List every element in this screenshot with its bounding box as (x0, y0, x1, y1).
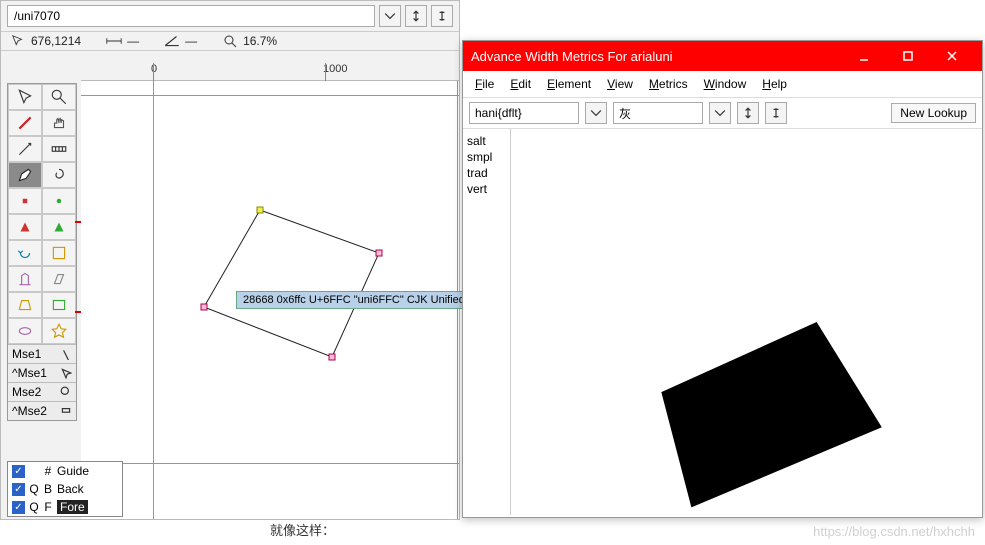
add-hv-tool[interactable] (42, 214, 76, 240)
feature-smpl[interactable]: smpl (467, 149, 506, 165)
feature-sidebar: saltsmpltradvert (463, 129, 511, 515)
titlebar[interactable]: Advance Width Metrics For arialuni (463, 41, 982, 71)
cursor-icon (9, 34, 27, 48)
address-dropdown-button[interactable] (379, 5, 401, 27)
metrics-toolbar: New Lookup (463, 98, 982, 129)
caption-text: 就像这样： (270, 520, 335, 539)
collapse-vert-icon[interactable] (765, 102, 787, 124)
star-tool[interactable] (42, 318, 76, 344)
layer-checkbox[interactable] (12, 465, 25, 478)
address-bar (1, 1, 459, 32)
menu-edit[interactable]: Edit (504, 75, 537, 93)
window-title: Advance Width Metrics For arialuni (471, 49, 842, 64)
pen-tool[interactable] (8, 162, 42, 188)
menu-element[interactable]: Element (541, 75, 597, 93)
hdist-icon (105, 34, 123, 48)
control-point[interactable] (257, 207, 264, 214)
status-bar: 676,1214 — — 16.7% (1, 32, 459, 51)
feature-trad[interactable]: trad (467, 165, 506, 181)
freehand-tool[interactable] (8, 110, 42, 136)
feature-salt[interactable]: salt (467, 133, 506, 149)
ruler-label: 1000 (323, 63, 347, 75)
zoom-value: 16.7% (243, 34, 277, 48)
flip-tool[interactable] (8, 266, 42, 292)
menu-window[interactable]: Window (698, 75, 753, 93)
metrics-window: Advance Width Metrics For arialuni FileE… (462, 40, 983, 518)
rect-tool[interactable] (42, 292, 76, 318)
script-combo[interactable] (469, 102, 579, 124)
close-button[interactable] (930, 41, 974, 71)
new-lookup-button[interactable]: New Lookup (891, 103, 976, 123)
pointer-tool[interactable] (8, 84, 42, 110)
zoom-icon (221, 34, 239, 48)
layer-row[interactable]: QFFore (8, 498, 122, 516)
glyph-address-input[interactable] (7, 5, 375, 27)
menu-view[interactable]: View (601, 75, 639, 93)
angle-value: — (185, 34, 197, 48)
perspective-tool[interactable] (8, 292, 42, 318)
ruler-label: 0 (151, 63, 157, 75)
tool-palette: Mse1 ^Mse1 Mse2 ^Mse2 (7, 83, 77, 421)
add-curve-tool[interactable] (42, 188, 76, 214)
glyph-dropdown-button[interactable] (709, 102, 731, 124)
glyph-canvas[interactable]: 28668 0x6ffc U+6FFC "uni6FFC" CJK Unifie… (81, 81, 459, 519)
magnify-tool[interactable] (42, 84, 76, 110)
script-dropdown-button[interactable] (585, 102, 607, 124)
hdist-value: — (127, 34, 139, 48)
layer-row[interactable]: #Guide (8, 462, 122, 480)
watermark: https://blog.csdn.net/hxhchh (813, 524, 975, 539)
menu-help[interactable]: Help (756, 75, 793, 93)
mse1c-row[interactable]: ^Mse1 (8, 363, 76, 382)
skew-tool[interactable] (42, 266, 76, 292)
layer-checkbox[interactable] (12, 501, 25, 514)
control-point[interactable] (329, 354, 336, 361)
glyph-input[interactable] (613, 102, 703, 124)
maximize-button[interactable] (886, 41, 930, 71)
mse2c-row[interactable]: ^Mse2 (8, 401, 76, 420)
rotate-tool[interactable] (8, 240, 42, 266)
control-point[interactable] (201, 304, 208, 311)
add-corner-tool[interactable] (8, 188, 42, 214)
ellipse-tool[interactable] (8, 318, 42, 344)
expand-vert-icon[interactable] (405, 5, 427, 27)
menu-file[interactable]: File (469, 75, 500, 93)
menu-metrics[interactable]: Metrics (643, 75, 694, 93)
add-tangent-tool[interactable] (8, 214, 42, 240)
layer-checkbox[interactable] (12, 483, 25, 496)
hand-tool[interactable] (42, 110, 76, 136)
control-point[interactable] (376, 250, 383, 257)
layer-panel: #GuideQBBackQFFore (7, 461, 123, 517)
angle-icon (163, 34, 181, 48)
menu-bar: FileEditElementViewMetricsWindowHelp (463, 71, 982, 98)
ruler-tool[interactable] (42, 136, 76, 162)
scale-tool[interactable] (42, 240, 76, 266)
glyph-editor-window: 676,1214 — — 16.7% 0 1000 (0, 0, 460, 520)
layer-row[interactable]: QBBack (8, 480, 122, 498)
feature-vert[interactable]: vert (467, 181, 506, 197)
spiro-tool[interactable] (42, 162, 76, 188)
expand-vert-icon[interactable] (737, 102, 759, 124)
cursor-coords: 676,1214 (31, 34, 81, 48)
metrics-canvas[interactable] (511, 129, 982, 515)
horizontal-ruler: 0 1000 (81, 63, 459, 81)
mse1-row[interactable]: Mse1 (8, 344, 76, 363)
knife-tool[interactable] (8, 136, 42, 162)
mse2-row[interactable]: Mse2 (8, 382, 76, 401)
minimize-button[interactable] (842, 41, 886, 71)
collapse-vert-icon[interactable] (431, 5, 453, 27)
